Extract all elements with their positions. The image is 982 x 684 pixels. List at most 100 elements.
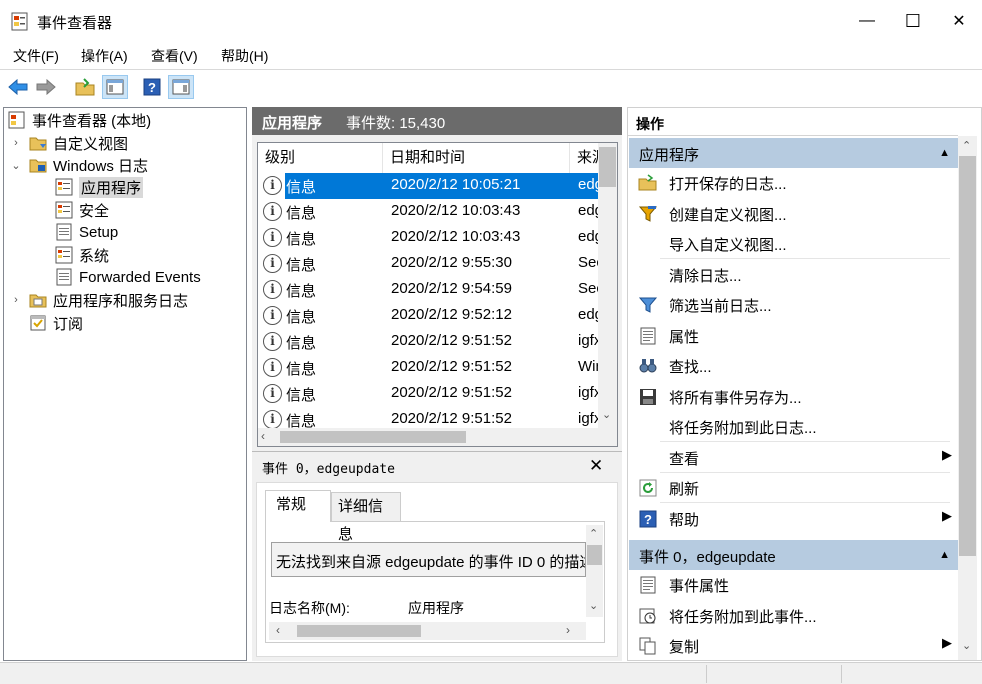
action-label: 导入自定义视图... [669,237,787,254]
action-item[interactable]: 导入自定义视图... [629,229,954,259]
action-label: 查找... [669,359,712,376]
menu-file[interactable]: 文件(F) [13,46,59,66]
info-icon: i [263,384,282,403]
event-viewer-app-icon [11,12,28,31]
table-row[interactable]: i信息 2020/2/12 10:03:43 edgeupdate [258,199,598,225]
table-row[interactable]: i信息 2020/2/12 9:51:52 igfx [258,329,598,355]
open-folder-icon[interactable] [74,76,96,98]
properties-icon [638,575,658,595]
show-hide-action-pane-icon[interactable] [168,75,194,99]
actions-vertical-scrollbar[interactable]: ⌃ ⌄ [958,136,977,660]
show-hide-tree-icon[interactable] [102,75,128,99]
info-icon: i [263,202,282,221]
scroll-left-arrow-icon[interactable]: ‹ [261,429,265,443]
tab-general[interactable]: 常规 [265,490,331,522]
tree-item-windows-logs[interactable]: ⌄ Windows 日志 [9,154,148,176]
cell-level: 信息 [286,179,317,196]
table-row[interactable]: i信息 2020/2/12 10:05:21 edgeupdate [258,173,598,199]
detail-vertical-scrollbar[interactable]: ⌃ ⌄ [586,525,603,617]
action-item[interactable]: 创建自定义视图... [629,199,954,229]
tree-label-setup: Setup [79,223,119,241]
events-horizontal-scrollbar[interactable]: ‹ [258,428,617,446]
action-item[interactable]: 查看 ▶ [629,443,954,473]
scrollbar-thumb[interactable] [587,545,602,565]
table-row[interactable]: i信息 2020/2/12 9:51:52 Winlogon [258,355,598,381]
tab-details[interactable]: 详细信息 [331,492,401,543]
chevron-right-icon[interactable]: › [9,137,23,149]
table-row[interactable]: i信息 2020/2/12 9:54:59 Security-SPP [258,277,598,303]
tree-item-application[interactable]: 应用程序 [55,176,144,198]
info-icon: i [263,280,282,299]
help-icon[interactable]: ? [141,76,163,98]
log-page-icon [55,268,73,286]
column-header-level[interactable]: 级别 [258,143,383,173]
collapse-triangle-icon[interactable]: ▲ [939,549,950,561]
tree-label-application: 应用程序 [79,176,144,198]
table-row[interactable]: i信息 2020/2/12 9:52:12 edgeupdate [258,303,598,329]
scroll-up-arrow-icon[interactable]: ⌃ [962,139,971,152]
tree-item-forwarded-events[interactable]: Forwarded Events [55,266,201,288]
action-item[interactable]: 筛选当前日志... [629,290,954,320]
table-row[interactable]: i信息 2020/2/12 9:55:30 Security-SPP [258,251,598,277]
table-row[interactable]: i信息 2020/2/12 9:51:52 igfx [258,381,598,407]
tree-item-security[interactable]: 安全 [55,199,109,221]
custom-views-folder-icon [29,134,47,152]
action-item[interactable]: 将任务附加到此事件... [629,601,954,631]
scrollbar-thumb[interactable] [297,625,421,637]
section-title: 事件 0，edgeupdate [639,549,776,566]
action-item[interactable]: 查找... [629,351,954,381]
tree-item-root[interactable]: 事件查看器 (本地) [8,109,151,131]
tree-item-setup[interactable]: Setup [55,221,118,243]
scroll-down-arrow-icon[interactable]: ⌄ [962,639,971,652]
action-item[interactable]: 打开保存的日志... [629,168,954,198]
close-button[interactable]: ✕ [936,0,982,42]
maximize-button[interactable]: ☐ [890,0,936,42]
forward-arrow-icon[interactable] [35,76,57,98]
action-item[interactable]: ? 帮助 ▶ [629,504,954,534]
scroll-up-arrow-icon[interactable]: ⌃ [589,527,598,540]
collapse-triangle-icon[interactable]: ▲ [939,147,950,159]
scrollbar-thumb[interactable] [959,156,976,556]
close-icon[interactable]: ✕ [589,456,603,476]
folder-icon [29,291,47,309]
menu-view[interactable]: 查看(V) [151,46,198,66]
back-arrow-icon[interactable] [7,76,29,98]
table-row[interactable]: i信息 2020/2/12 10:03:43 edgeupdate [258,225,598,251]
action-item[interactable]: 属性 [629,321,954,351]
menu-action[interactable]: 操作(A) [81,46,128,66]
detail-horizontal-scrollbar[interactable]: ‹ › [269,622,586,640]
action-item[interactable]: 清除日志... [629,260,954,290]
events-panel-title: 应用程序 [262,115,323,132]
action-item[interactable]: 事件属性 [629,570,954,600]
chevron-down-icon[interactable]: ⌄ [9,159,23,172]
svg-text:?: ? [644,512,652,527]
scroll-right-arrow-icon[interactable]: › [566,623,570,637]
tree-item-app-service-logs[interactable]: › 应用程序和服务日志 [9,289,188,311]
scroll-down-arrow-icon[interactable]: ⌄ [602,408,611,421]
actions-section-event[interactable]: 事件 0，edgeupdate ▲ [629,540,958,570]
scrollbar-thumb[interactable] [599,147,616,187]
events-table[interactable]: 级别 日期和时间 来源 i信息2020/2/12 10:05:21edgeupd… [257,142,618,447]
tree-item-custom-views[interactable]: › 自定义视图 [9,132,128,154]
action-item[interactable]: 刷新 [629,473,954,503]
title-bar: 事件查看器 — ☐ ✕ [0,0,982,42]
scrollbar-thumb[interactable] [280,431,466,443]
scroll-left-arrow-icon[interactable]: ‹ [276,623,280,637]
column-header-datetime[interactable]: 日期和时间 [383,143,570,173]
chevron-right-icon[interactable]: › [9,294,23,306]
events-vertical-scrollbar[interactable]: ⌄ [598,143,617,428]
action-item[interactable]: 将任务附加到此日志... [629,412,954,442]
log-name-label: 日志名称(M): [269,600,350,616]
tree-item-system[interactable]: 系统 [55,244,109,266]
subscriptions-icon [29,314,47,332]
menu-help[interactable]: 帮助(H) [221,46,268,66]
tree-item-subscriptions[interactable]: 订阅 [29,312,83,334]
scroll-down-arrow-icon[interactable]: ⌄ [589,599,598,612]
action-item[interactable]: 复制 ▶ [629,631,954,661]
minimize-button[interactable]: — [844,0,890,42]
actions-section-application[interactable]: 应用程序 ▲ [629,138,958,168]
windows-logs-folder-icon [29,156,47,174]
cell-source: edgeupdate [578,306,598,323]
info-icon: i [263,332,282,351]
action-item[interactable]: 将所有事件另存为... [629,382,954,412]
